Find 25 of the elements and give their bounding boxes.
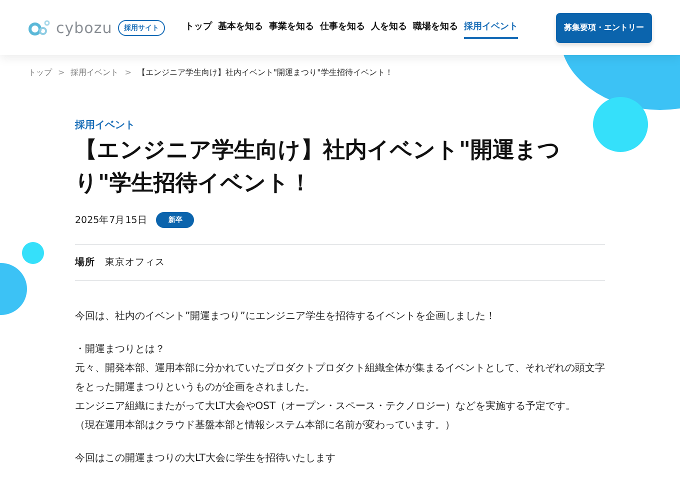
breadcrumb-link[interactable]: 【エンジニア学生向け】社内イベント"開運まつり"学生招待イベント！ xyxy=(137,67,393,78)
article-date: 2025年7月15日 xyxy=(75,214,148,226)
body-text: エンジニア組織にまたがって大LT大会やOST（オープン・スペース・テクノロジー）などを実施する予定です。 xyxy=(75,400,577,414)
logo-text: cybozu xyxy=(56,18,112,36)
place-value: 東京オフィス xyxy=(105,256,165,269)
nav-link[interactable]: 仕事を知る xyxy=(320,16,366,39)
body-text: （現在運用本部はクラウド基盤本部と情報システム本部に名前が変わっています。） xyxy=(75,418,456,433)
article-title: 【エンジニア学生向け】社内イベント"開運まつり"学生招待イベント！ xyxy=(75,137,562,198)
article-category: 採用イベント xyxy=(75,118,136,132)
nav-link[interactable]: トップ xyxy=(185,16,212,39)
nav-link[interactable]: 職場を知る xyxy=(413,16,458,39)
place-label: 場所 xyxy=(75,256,95,269)
breadcrumb-link[interactable]: 採用イベント xyxy=(70,67,119,78)
body-text: ・開運まつりとは？ xyxy=(75,343,166,357)
body-text: 今回は、社内のイベント”開運まつり”にエンジニア学生を招待するイベントを企画しました！ xyxy=(75,310,496,324)
breadcrumb-separator: > xyxy=(124,68,132,77)
nav-link[interactable]: 採用イベント xyxy=(464,16,518,39)
entry-button[interactable]: 募集要項・エントリー xyxy=(556,12,652,42)
breadcrumb-separator: > xyxy=(58,68,65,77)
nav-link[interactable]: 事業を知る xyxy=(269,16,314,39)
nav-link[interactable]: 人を知る xyxy=(371,16,408,39)
body-text: 元々、開発本部、運用本部に分かれていたプロダクトプロダクト組織全体が集まるイベントとして、それぞれの頭文字をとった開運まつりというものが企画をされました。 xyxy=(75,362,605,395)
breadcrumb-link[interactable]: トップ xyxy=(28,67,52,78)
nav-link[interactable]: 基本を知る xyxy=(218,16,264,39)
body-text: 今回はこの開運まつりの大LT大会に学生を招待いたします xyxy=(75,452,336,466)
